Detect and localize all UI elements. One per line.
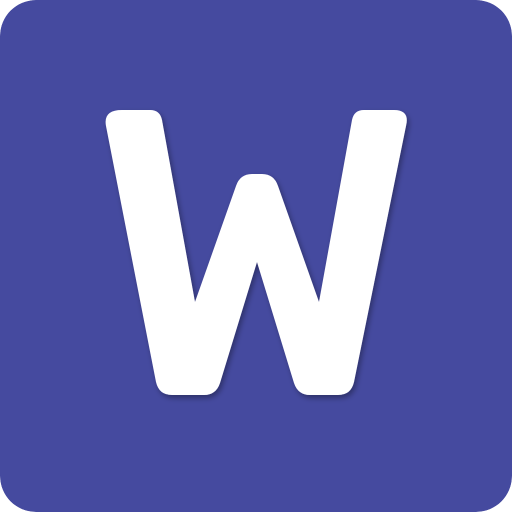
app-icon[interactable] bbox=[0, 0, 512, 512]
w-logo-icon bbox=[0, 0, 512, 512]
